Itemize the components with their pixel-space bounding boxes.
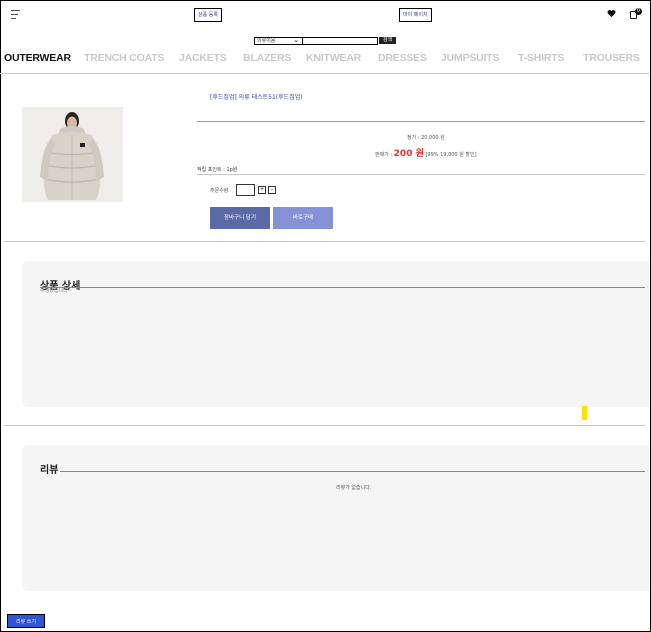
product-detail-panel bbox=[22, 261, 649, 407]
quantity-plus-button[interactable]: + bbox=[258, 186, 266, 194]
sale-price-row: 판매가 : 200 원 [99% 19,800 원 할인] bbox=[375, 146, 477, 159]
chevron-down-icon: ⌄ bbox=[293, 36, 299, 44]
product-image bbox=[22, 107, 123, 202]
quantity-input[interactable] bbox=[236, 184, 255, 196]
list-price-row: 정가 : 20,000 원 bbox=[407, 134, 445, 141]
section-divider bbox=[4, 425, 645, 426]
menu-icon[interactable] bbox=[11, 10, 20, 19]
cart-count-badge: 0 bbox=[635, 8, 642, 15]
reviews-title: 리뷰 bbox=[40, 465, 59, 476]
search-category-select[interactable]: 의류이용 ⌄ bbox=[254, 37, 303, 45]
no-reviews-message: 리뷰가 없습니다. bbox=[336, 485, 372, 491]
quantity-label: 주문수량 bbox=[210, 188, 229, 194]
list-price-label: 정가 : bbox=[407, 135, 420, 141]
add-to-cart-button[interactable]: 장바구니 담기 bbox=[210, 207, 270, 229]
heart-icon[interactable] bbox=[607, 9, 616, 18]
info-divider bbox=[197, 121, 645, 122]
mypage-button[interactable]: 마이 페이지 bbox=[399, 8, 432, 22]
search-input[interactable] bbox=[302, 37, 378, 45]
product-title: [후드집업] 의류 테스트51(후드집업) bbox=[210, 94, 303, 101]
buy-now-button[interactable]: 바로구매 bbox=[273, 207, 333, 229]
category-item[interactable]: JACKETS bbox=[179, 52, 227, 64]
highlight-marker bbox=[582, 406, 587, 420]
reward-points: 적립 포인트 : 1p원 bbox=[197, 167, 238, 173]
discount-note: [99% 19,800 원 할인] bbox=[425, 152, 477, 158]
category-item[interactable]: TRENCH COATS bbox=[84, 52, 164, 64]
search-select-value: 의류이용 bbox=[257, 38, 276, 44]
sale-price: 200 원 bbox=[393, 149, 424, 159]
section-divider bbox=[4, 241, 645, 242]
list-price: 20,000 원 bbox=[421, 135, 445, 141]
detail-title-underline bbox=[40, 287, 645, 288]
reviews-panel bbox=[22, 445, 649, 591]
quantity-minus-button[interactable]: - bbox=[268, 186, 276, 194]
product-register-button[interactable]: 상품 등록 bbox=[194, 8, 222, 22]
price-divider bbox=[197, 174, 645, 175]
product-detail-description: 수정했습니다~ bbox=[40, 288, 72, 294]
reviews-title-underline bbox=[60, 471, 645, 472]
category-item[interactable]: DRESSES bbox=[378, 52, 427, 64]
category-item[interactable]: TROUSERS bbox=[583, 52, 640, 64]
category-item[interactable]: JUMPSUITS bbox=[441, 52, 499, 64]
sale-price-label: 판매가 : bbox=[375, 152, 393, 158]
category-item[interactable]: T-SHIRTS bbox=[518, 52, 564, 64]
category-item[interactable]: BLAZERS bbox=[243, 52, 291, 64]
search-button[interactable]: 검색 bbox=[379, 37, 396, 44]
category-item[interactable]: OUTERWEAR bbox=[4, 52, 71, 64]
nav-divider bbox=[0, 73, 649, 74]
write-review-button[interactable]: 리뷰 쓰기 bbox=[7, 614, 45, 628]
category-item[interactable]: KNITWEAR bbox=[306, 52, 361, 64]
